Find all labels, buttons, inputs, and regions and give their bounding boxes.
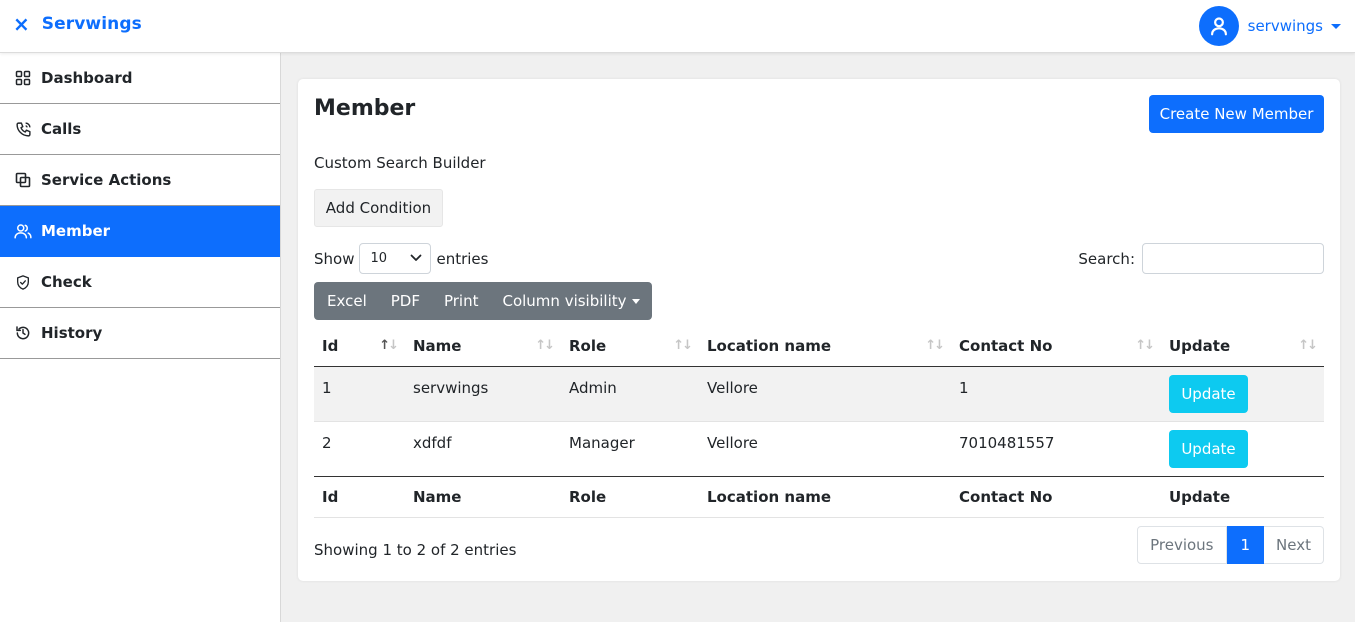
update-button[interactable]: Update [1169,429,1248,468]
footer-id: Id [314,475,405,518]
sort-icon: ↑↓ [1135,338,1155,353]
user-name: servwings [1247,17,1323,35]
show-label: Show [314,249,355,268]
entries-length-control: Show 10 entries [314,243,488,274]
phone-icon [14,120,32,138]
sort-icon: ↑↓ [925,338,945,353]
cell-action: Update [1161,420,1324,476]
page-title: Member [314,96,416,121]
sidebar-item-dashboard[interactable]: Dashboard [0,53,280,104]
entries-select-value: 10 [370,251,388,266]
cell-id: 1 [314,366,405,421]
cell-role: Admin [561,366,699,421]
cell-location: Vellore [699,366,951,421]
chevron-down-icon [1331,23,1341,29]
history-icon [14,324,32,342]
top-navbar: × Servwings servwings [0,0,1355,53]
user-avatar-icon [1198,6,1239,46]
print-button[interactable]: Print [432,282,491,320]
user-menu[interactable]: servwings [1198,6,1341,46]
sort-icon: ↑↓ [379,338,399,353]
member-card: Member Create New Member Custom Search B… [298,79,1340,581]
sidebar-item-calls[interactable]: Calls [0,104,280,155]
footer-name: Name [405,475,561,518]
footer-contact: Contact No [951,475,1161,518]
pagination-next[interactable]: Next [1264,526,1324,564]
sidebar-item-label: Dashboard [41,69,133,87]
table-search: Search: [1078,243,1324,274]
sort-icon: ↑↓ [535,338,555,353]
sidebar-item-member[interactable]: Member [0,206,280,257]
sidebar-item-label: Service Actions [41,171,172,189]
sort-icon: ↑↓ [1298,338,1318,353]
caret-down-icon [631,299,640,304]
footer-role: Role [561,475,699,518]
export-button-group: Excel PDF Print Column visibility [314,282,652,320]
table-header-row: Id ↑↓ Name ↑↓ Role ↑↓ Location name ↑↓ Conta… [314,326,1324,367]
brand-name[interactable]: Servwings [42,14,142,34]
shield-check-icon [14,273,32,291]
users-icon [14,222,32,240]
column-header-location[interactable]: Location name ↑↓ [699,326,951,367]
column-header-contact[interactable]: Contact No ↑↓ [951,326,1161,367]
column-header-id[interactable]: Id ↑↓ [314,326,405,367]
table-info: Showing 1 to 2 of 2 entries [314,541,517,559]
pagination-previous[interactable]: Previous [1137,526,1227,564]
footer-location: Location name [699,475,951,518]
sidebar-item-label: History [41,324,103,342]
sidebar-item-service-actions[interactable]: Service Actions [0,155,280,206]
cell-id: 2 [314,420,405,476]
search-builder-title: Custom Search Builder [314,154,486,172]
members-table: Id ↑↓ Name ↑↓ Role ↑↓ Location name ↑↓ Conta… [314,326,1324,518]
sidebar-item-check[interactable]: Check [0,257,280,308]
copy-icon [14,171,32,189]
cell-action: Update [1161,366,1324,421]
cell-role: Manager [561,420,699,476]
table-row: 1 servwings Admin Vellore 1 Update [314,366,1324,421]
table-footer-row: Id Name Role Location name Contact No Up… [314,475,1324,518]
search-input[interactable] [1142,243,1324,274]
cell-name: servwings [405,366,561,421]
sort-icon: ↑↓ [673,338,693,353]
cell-name: xdfdf [405,420,561,476]
excel-button[interactable]: Excel [314,282,379,320]
entries-select[interactable]: 10 [359,243,432,274]
column-visibility-button[interactable]: Column visibility [490,282,651,320]
brand: × Servwings [13,14,142,34]
close-icon[interactable]: × [13,14,30,34]
chevron-down-icon [410,251,422,266]
update-button[interactable]: Update [1169,374,1248,413]
create-new-member-button[interactable]: Create New Member [1149,95,1324,133]
footer-update: Update [1161,475,1324,518]
add-condition-button[interactable]: Add Condition [314,189,443,227]
table-row: 2 xdfdf Manager Vellore 7010481557 Updat… [314,420,1324,476]
column-header-role[interactable]: Role ↑↓ [561,326,699,367]
sidebar-item-label: Check [41,273,92,291]
pagination: Previous 1 Next [1137,526,1324,564]
cell-contact: 7010481557 [951,420,1161,476]
sidebar-item-label: Calls [41,120,82,138]
sidebar-item-label: Member [41,222,111,240]
column-header-name[interactable]: Name ↑↓ [405,326,561,367]
pdf-button[interactable]: PDF [379,282,432,320]
cell-contact: 1 [951,366,1161,421]
column-header-update[interactable]: Update ↑↓ [1161,326,1324,367]
entries-label: entries [436,249,489,268]
grid-icon [14,69,32,87]
search-label: Search: [1078,249,1135,268]
cell-location: Vellore [699,420,951,476]
sidebar-item-history[interactable]: History [0,308,280,359]
pagination-page-current[interactable]: 1 [1226,526,1265,564]
sidebar: Dashboard Calls Service Actions Member C… [0,53,281,622]
column-visibility-label: Column visibility [502,292,627,310]
